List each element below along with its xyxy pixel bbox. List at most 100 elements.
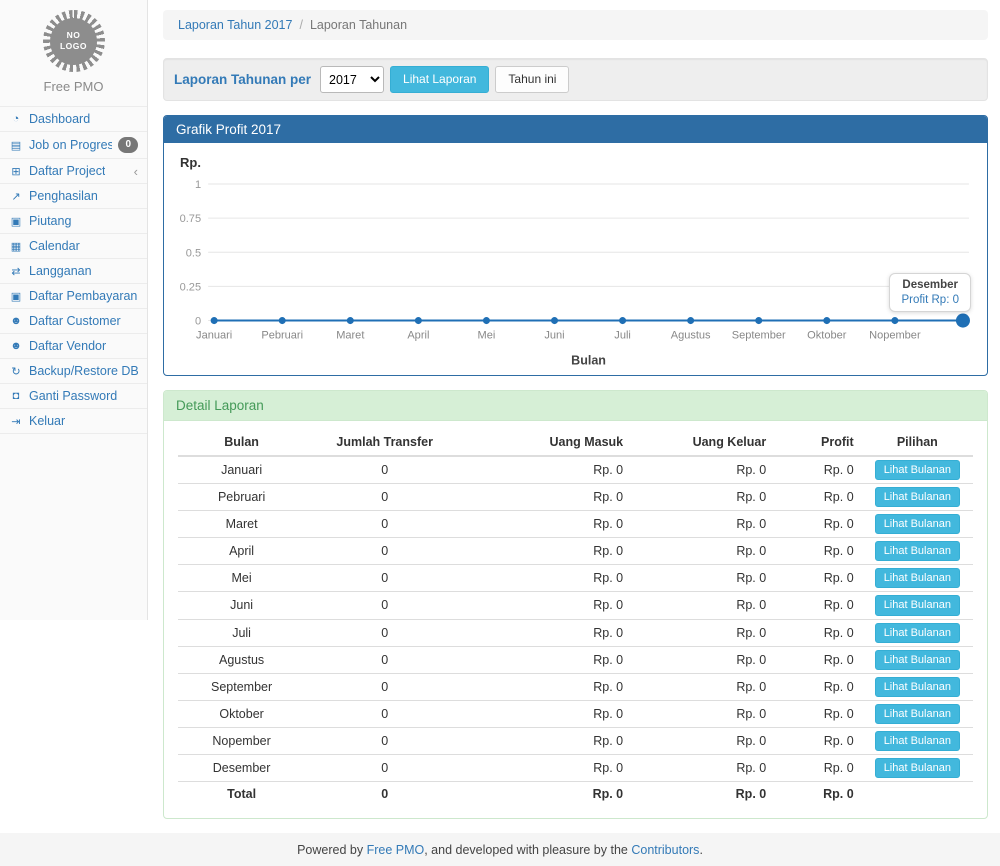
table-row: Agustus0Rp. 0Rp. 0Rp. 0Lihat Bulanan bbox=[178, 646, 973, 673]
table-row: Juni0Rp. 0Rp. 0Rp. 0Lihat Bulanan bbox=[178, 592, 973, 619]
cell: 0 bbox=[305, 673, 464, 700]
sidebar-item-label: Ganti Password bbox=[29, 389, 117, 403]
sidebar-item-label: Daftar Pembayaran bbox=[29, 289, 137, 303]
svg-text:Januari: Januari bbox=[196, 330, 232, 342]
cell: Desember bbox=[178, 754, 305, 781]
lihat-bulanan-button[interactable]: Lihat Bulanan bbox=[875, 568, 960, 588]
sidebar-item-daftar-customer[interactable]: ☻Daftar Customer bbox=[0, 309, 147, 334]
lock-icon: ◘ bbox=[9, 390, 23, 402]
tahun-ini-button[interactable]: Tahun ini bbox=[495, 66, 569, 93]
data-point-desember[interactable] bbox=[956, 314, 970, 328]
data-point-september[interactable] bbox=[755, 317, 762, 324]
sidebar-item-daftar-project[interactable]: ⊞Daftar Project‹ bbox=[0, 159, 147, 184]
data-point-juni[interactable] bbox=[551, 317, 558, 324]
cell: Mei bbox=[178, 565, 305, 592]
cell: Pebruari bbox=[178, 484, 305, 511]
data-point-januari[interactable] bbox=[211, 317, 218, 324]
data-point-agustus[interactable] bbox=[687, 317, 694, 324]
cell: Rp. 0 bbox=[631, 646, 774, 673]
lihat-laporan-button[interactable]: Lihat Laporan bbox=[390, 66, 489, 93]
sidebar-item-piutang[interactable]: ▣Piutang bbox=[0, 209, 147, 234]
detail-laporan-panel: Detail Laporan BulanJumlah TransferUang … bbox=[163, 390, 988, 819]
data-point-nopember[interactable] bbox=[891, 317, 898, 324]
tasks-icon: ▤ bbox=[9, 139, 23, 152]
lihat-bulanan-button[interactable]: Lihat Bulanan bbox=[875, 731, 960, 751]
data-point-pebruari[interactable] bbox=[279, 317, 286, 324]
lihat-bulanan-button[interactable]: Lihat Bulanan bbox=[875, 487, 960, 507]
contributors-link[interactable]: Contributors bbox=[631, 843, 699, 857]
cell: Rp. 0 bbox=[464, 673, 631, 700]
cell: Rp. 0 bbox=[631, 456, 774, 484]
data-point-april[interactable] bbox=[415, 317, 422, 324]
svg-text:0.75: 0.75 bbox=[180, 213, 201, 225]
sidebar-item-langganan[interactable]: ⇄Langganan bbox=[0, 259, 147, 284]
table-row: Mei0Rp. 0Rp. 0Rp. 0Lihat Bulanan bbox=[178, 565, 973, 592]
cell: Rp. 0 bbox=[464, 700, 631, 727]
year-select[interactable]: 2017 bbox=[320, 66, 384, 93]
table-header-row: BulanJumlah TransferUang MasukUang Kelua… bbox=[178, 429, 973, 456]
svg-text:Oktober: Oktober bbox=[807, 330, 847, 342]
lihat-bulanan-button[interactable]: Lihat Bulanan bbox=[875, 650, 960, 670]
cell: Rp. 0 bbox=[774, 484, 861, 511]
sidebar-item-ganti-password[interactable]: ◘ Ganti Password bbox=[0, 384, 147, 409]
lihat-bulanan-button[interactable]: Lihat Bulanan bbox=[875, 704, 960, 724]
sidebar-item-daftar-pembayaran[interactable]: ▣Daftar Pembayaran bbox=[0, 284, 147, 309]
lihat-bulanan-button[interactable]: Lihat Bulanan bbox=[875, 514, 960, 534]
column-header: Bulan bbox=[178, 429, 305, 456]
cell: Rp. 0 bbox=[464, 538, 631, 565]
data-point-mei[interactable] bbox=[483, 317, 490, 324]
cell: Rp. 0 bbox=[464, 782, 631, 806]
tooltip-title: Desember bbox=[901, 279, 959, 291]
cell: Rp. 0 bbox=[774, 646, 861, 673]
sidebar-item-label: Keluar bbox=[29, 414, 65, 428]
sidebar-item-label: Langganan bbox=[29, 264, 92, 278]
table-row: Maret0Rp. 0Rp. 0Rp. 0Lihat Bulanan bbox=[178, 511, 973, 538]
sidebar-item-keluar[interactable]: ⇥Keluar bbox=[0, 409, 147, 434]
svg-text:Juli: Juli bbox=[614, 330, 631, 342]
cell: Juli bbox=[178, 619, 305, 646]
cell: Rp. 0 bbox=[774, 782, 861, 806]
table-row: Januari0Rp. 0Rp. 0Rp. 0Lihat Bulanan bbox=[178, 456, 973, 484]
table-row: Oktober0Rp. 0Rp. 0Rp. 0Lihat Bulanan bbox=[178, 700, 973, 727]
breadcrumb-separator: / bbox=[299, 18, 302, 32]
table-panel-body: BulanJumlah TransferUang MasukUang Kelua… bbox=[164, 421, 987, 818]
lihat-bulanan-button[interactable]: Lihat Bulanan bbox=[875, 623, 960, 643]
lihat-bulanan-button[interactable]: Lihat Bulanan bbox=[875, 541, 960, 561]
data-point-juli[interactable] bbox=[619, 317, 626, 324]
table-row: Pebruari0Rp. 0Rp. 0Rp. 0Lihat Bulanan bbox=[178, 484, 973, 511]
lihat-bulanan-button[interactable]: Lihat Bulanan bbox=[875, 595, 960, 615]
logo: NO LOGO Free PMO bbox=[0, 0, 147, 98]
cell: 0 bbox=[305, 700, 464, 727]
breadcrumb-link[interactable]: Laporan Tahun 2017 bbox=[178, 18, 292, 32]
sidebar-item-penghasilan[interactable]: ↗Penghasilan bbox=[0, 184, 147, 209]
sidebar-item-dashboard[interactable]: ◔Dashboard bbox=[0, 107, 147, 132]
page: NO LOGO Free PMO ◔Dashboard▤Job on Progr… bbox=[0, 0, 1000, 833]
cell: Rp. 0 bbox=[631, 619, 774, 646]
cell: Rp. 0 bbox=[464, 754, 631, 781]
svg-text:Nopember: Nopember bbox=[869, 330, 921, 342]
cell: Rp. 0 bbox=[631, 511, 774, 538]
sidebar-item-job-on-progress[interactable]: ▤Job on Progress0 bbox=[0, 132, 147, 159]
sidebar-item-daftar-vendor[interactable]: ☻Daftar Vendor bbox=[0, 334, 147, 359]
chart-panel-body: Rp. 10.750.50.250JanuariPebruariMaretApr… bbox=[164, 143, 987, 375]
data-point-oktober[interactable] bbox=[823, 317, 830, 324]
refresh-icon: ↻ bbox=[9, 365, 23, 378]
lihat-bulanan-button[interactable]: Lihat Bulanan bbox=[875, 677, 960, 697]
cell: Oktober bbox=[178, 700, 305, 727]
svg-text:Agustus: Agustus bbox=[671, 330, 711, 342]
profit-line-chart[interactable]: 10.750.50.250JanuariPebruariMaretAprilMe… bbox=[174, 172, 977, 373]
footer-text: , and developed with pleasure by the bbox=[424, 843, 628, 857]
lihat-bulanan-button[interactable]: Lihat Bulanan bbox=[875, 460, 960, 480]
sidebar-item-calendar[interactable]: ▦Calendar bbox=[0, 234, 147, 259]
data-point-maret[interactable] bbox=[347, 317, 354, 324]
footer-text: . bbox=[699, 843, 702, 857]
cell: 0 bbox=[305, 592, 464, 619]
cell: Rp. 0 bbox=[774, 538, 861, 565]
sidebar-item-backup-restore-db[interactable]: ↻Backup/Restore DB bbox=[0, 359, 147, 384]
chart-tooltip: Desember Profit Rp: 0 bbox=[889, 273, 971, 312]
cell-action: Lihat Bulanan bbox=[862, 538, 973, 565]
free-pmo-link[interactable]: Free PMO bbox=[367, 843, 425, 857]
lihat-bulanan-button[interactable]: Lihat Bulanan bbox=[875, 758, 960, 778]
footer-text: Powered by bbox=[297, 843, 363, 857]
cell: 0 bbox=[305, 782, 464, 806]
